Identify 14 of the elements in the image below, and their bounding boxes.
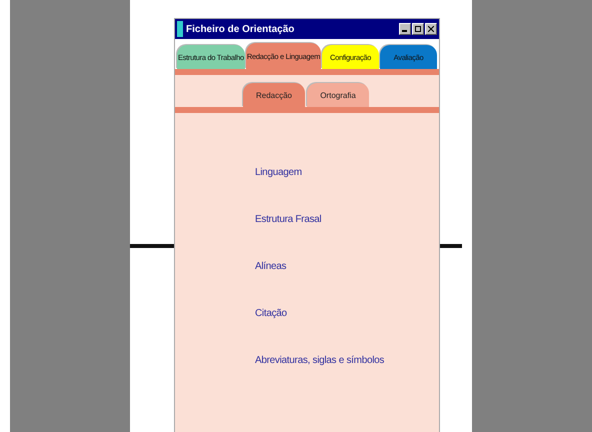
topic-link[interactable]: Estrutura Frasal: [255, 214, 322, 225]
topic-link[interactable]: Citação: [255, 308, 287, 319]
close-button[interactable]: [425, 23, 437, 35]
tab[interactable]: Ortografia: [307, 83, 369, 107]
topic-link[interactable]: Abreviaturas, siglas e símbolos: [255, 355, 384, 366]
window-title: Ficheiro de Orientação: [186, 24, 296, 34]
topic-link[interactable]: Linguagem: [255, 167, 302, 178]
maximize-icon: [415, 26, 421, 32]
tab[interactable]: Redacção: [243, 83, 305, 107]
app-icon: [177, 21, 183, 37]
topic-link[interactable]: Alíneas: [255, 261, 286, 272]
maximize-button[interactable]: [412, 23, 424, 35]
minimize-button[interactable]: [399, 23, 411, 35]
close-icon: [428, 26, 434, 32]
